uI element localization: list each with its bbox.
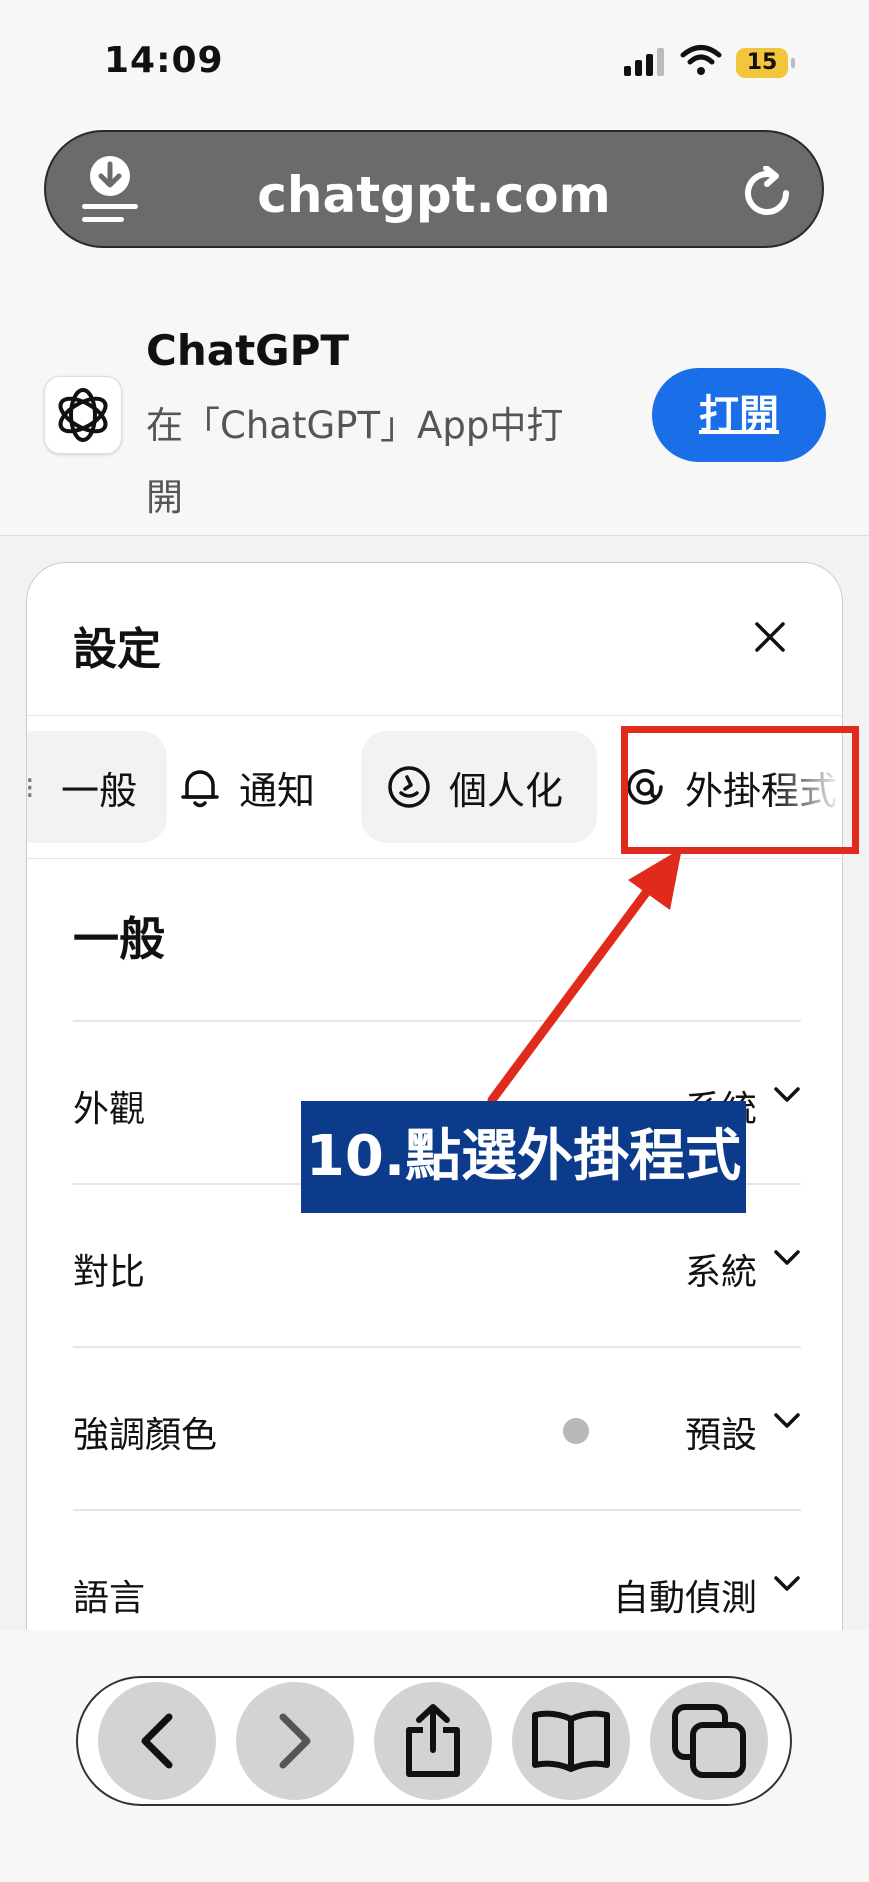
- browser-bottom-bar: [0, 1630, 869, 1882]
- setting-label: 強調顏色: [73, 1415, 218, 1456]
- accent-color-swatch: [563, 1418, 589, 1444]
- bookmarks-icon: [532, 1710, 610, 1772]
- forward-button[interactable]: [236, 1682, 354, 1800]
- chevron-down-icon[interactable]: [773, 1412, 801, 1430]
- setting-label: 語言: [73, 1578, 146, 1619]
- back-icon: [141, 1713, 173, 1769]
- bookmarks-button[interactable]: [512, 1682, 630, 1800]
- forward-icon: [279, 1713, 311, 1769]
- chevron-down-icon[interactable]: [773, 1575, 801, 1593]
- back-button[interactable]: [98, 1682, 216, 1800]
- setting-value[interactable]: 預設: [685, 1406, 757, 1458]
- tabs-button[interactable]: [650, 1682, 768, 1800]
- setting-row-accent-color[interactable]: 強調顏色 預設: [73, 1346, 801, 1511]
- setting-value[interactable]: 自動偵測: [613, 1569, 757, 1621]
- share-button[interactable]: [374, 1682, 492, 1800]
- callout-label: 10.點選外掛程式: [301, 1101, 746, 1213]
- browser-toolbar: [76, 1676, 792, 1806]
- share-icon: [406, 1704, 460, 1777]
- tabs-icon: [672, 1704, 746, 1778]
